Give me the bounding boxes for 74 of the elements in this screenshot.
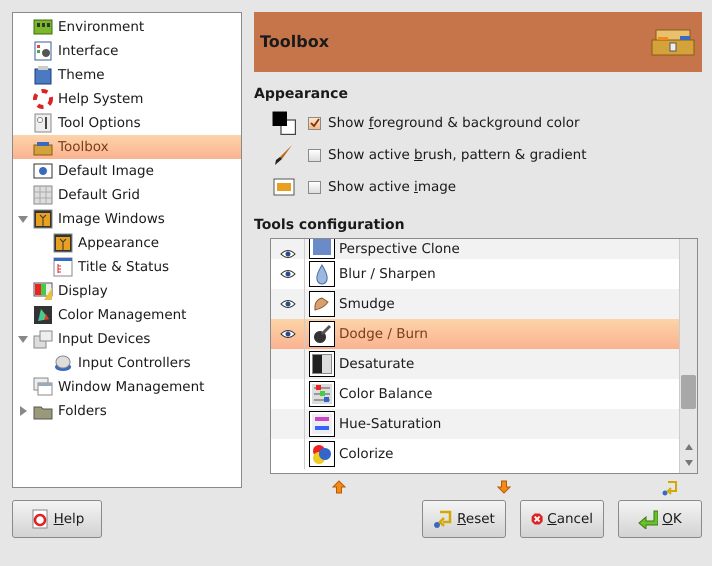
tree-item[interactable]: Window Management: [13, 375, 241, 399]
picture-frame-icon: [52, 232, 74, 254]
scroll-up-icon[interactable]: [684, 443, 694, 451]
page-title: Toolbox: [260, 32, 330, 52]
tool-row[interactable]: Hue-Saturation: [271, 409, 679, 439]
finger-icon: [309, 291, 335, 317]
color-circles-icon: [309, 441, 335, 467]
expand-icon[interactable]: [17, 405, 29, 417]
section-heading: Appearance: [254, 85, 349, 104]
tree-item[interactable]: Folders: [13, 399, 241, 423]
tree-item[interactable]: Image Windows: [13, 207, 241, 231]
down-arrow-icon[interactable]: [497, 480, 511, 494]
grid-icon: [32, 184, 54, 206]
eye-icon[interactable]: [280, 299, 296, 309]
tool-row[interactable]: Perspective Clone: [271, 239, 679, 259]
tool-row[interactable]: Smudge: [271, 289, 679, 319]
lifebuoy-icon: [32, 88, 54, 110]
tree-item[interactable]: Input Controllers: [13, 351, 241, 375]
gradient-icon: [309, 351, 335, 377]
picture-frame-icon: [32, 208, 54, 230]
cancel-button[interactable]: Cancel: [520, 500, 604, 538]
checkbox-label[interactable]: Show foreground & background color: [328, 112, 580, 134]
checkbox[interactable]: [308, 116, 321, 130]
collapse-icon[interactable]: [17, 213, 29, 225]
scrollbar-thumb[interactable]: [681, 375, 696, 409]
eye-icon[interactable]: [280, 249, 296, 259]
monitor-icon: [32, 280, 54, 302]
tool-row[interactable]: Color Balance: [271, 379, 679, 409]
help-icon: [30, 509, 50, 529]
collapse-icon[interactable]: [17, 333, 29, 345]
window-icon: [52, 256, 74, 278]
tool-row[interactable]: Dodge / Burn: [271, 319, 679, 349]
drop-icon: [309, 261, 335, 287]
help-button[interactable]: Help: [12, 500, 102, 538]
tree-item[interactable]: Interface: [13, 39, 241, 63]
tree-item[interactable]: Color Management: [13, 303, 241, 327]
scroll-down-icon[interactable]: [684, 459, 694, 467]
spectrum-icon: [309, 411, 335, 437]
tool-row[interactable]: Desaturate: [271, 349, 679, 379]
ok-button[interactable]: OK: [618, 500, 702, 538]
shirt-icon: [32, 64, 54, 86]
checkbox-label[interactable]: Show active image: [328, 176, 456, 198]
eye-icon[interactable]: [280, 269, 296, 279]
reset-icon[interactable]: [662, 480, 678, 496]
dodge-icon: [309, 321, 335, 347]
tree-item[interactable]: Input Devices: [13, 327, 241, 351]
tree-item[interactable]: Help System: [13, 87, 241, 111]
reset-button[interactable]: Reset: [422, 500, 506, 538]
up-arrow-icon[interactable]: [332, 480, 346, 494]
tree-item[interactable]: Display: [13, 279, 241, 303]
tree-item[interactable]: Environment: [13, 15, 241, 39]
scrollbar[interactable]: [679, 239, 697, 473]
tool-row[interactable]: Blur / Sharpen: [271, 259, 679, 289]
windows-icon: [32, 376, 54, 398]
tree-item[interactable]: Tool Options: [13, 111, 241, 135]
tree-item[interactable]: Theme: [13, 63, 241, 87]
section-heading: Tools configuration: [254, 216, 406, 235]
colors-icon: [272, 111, 296, 135]
enter-icon: [638, 509, 658, 529]
sliders-icon: [309, 381, 335, 407]
eye-icon[interactable]: [280, 329, 296, 339]
window-icon: [32, 40, 54, 62]
sliders-icon: [32, 112, 54, 134]
tree-item[interactable]: Appearance: [13, 231, 241, 255]
checkbox-label[interactable]: Show active brush, pattern & gradient: [328, 144, 586, 166]
tree-item[interactable]: Title & Status: [13, 255, 241, 279]
color-gamut-icon: [32, 304, 54, 326]
tree-item[interactable]: Default Image: [13, 159, 241, 183]
checkbox[interactable]: [308, 180, 321, 194]
tree-item[interactable]: Toolbox: [13, 135, 241, 159]
tree-item[interactable]: Default Grid: [13, 183, 241, 207]
checkbox[interactable]: [308, 148, 321, 162]
reset-icon: [433, 509, 454, 529]
tool-row[interactable]: Colorize: [271, 439, 679, 469]
